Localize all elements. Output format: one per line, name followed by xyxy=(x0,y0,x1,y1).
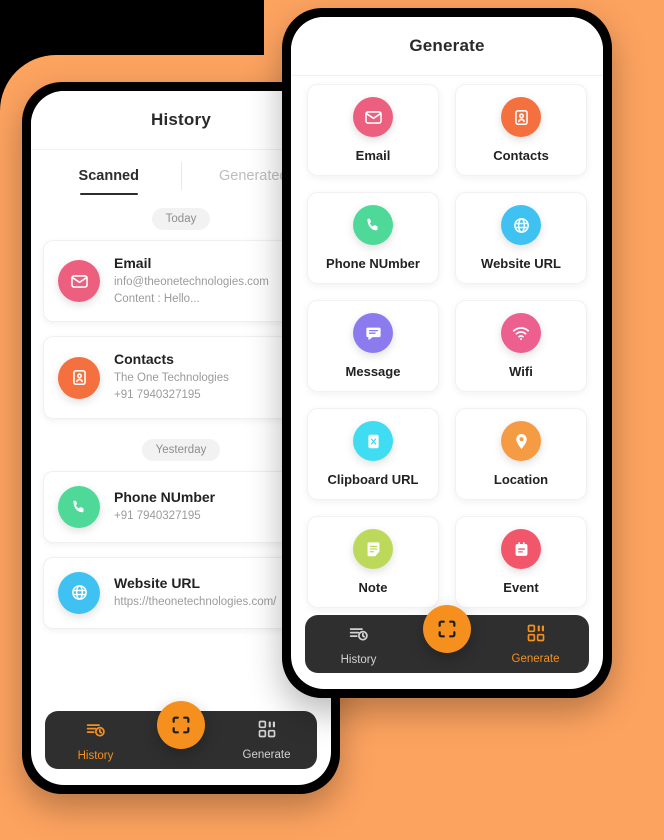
email-icon xyxy=(58,260,100,303)
generate-card-note[interactable]: Note xyxy=(307,516,439,608)
nav-item-generate[interactable]: Generate xyxy=(216,719,317,761)
generate-card-location[interactable]: Location xyxy=(455,408,587,500)
note-icon xyxy=(353,529,393,569)
generate-card-wifi[interactable]: Wifi xyxy=(455,300,587,392)
generate-card-label: Message xyxy=(345,364,401,379)
nav-item-generate[interactable]: Generate xyxy=(482,623,589,665)
generate-grid: Email Contacts Phone NUmber Website URL … xyxy=(307,84,587,608)
list-item-texts: Phone NUmber +91 7940327195 xyxy=(114,489,215,525)
list-item[interactable]: Contacts The One Technologies +91 794032… xyxy=(43,336,319,419)
nav-item-history-label: History xyxy=(340,653,377,666)
list-item-subtitle-2: Content : Hello... xyxy=(114,292,200,305)
generate-card-label: Email xyxy=(355,148,391,163)
wifi-icon xyxy=(501,313,541,353)
generate-card-label: Note xyxy=(358,580,388,595)
list-item-subtitle-1: The One Technologies xyxy=(114,372,229,385)
tab-active-underline xyxy=(79,192,138,195)
scan-frame-icon[interactable] xyxy=(423,605,471,653)
generate-header: Generate xyxy=(291,17,603,75)
list-item-title: Website URL xyxy=(114,574,201,591)
list-item-subtitle-1: info@theonetechnologies.com xyxy=(114,276,269,288)
day-chip: Today xyxy=(151,208,211,230)
generate-card-label: Location xyxy=(493,472,549,487)
nav-item-generate-label: Generate xyxy=(511,653,560,665)
qr-grid-icon xyxy=(526,623,546,648)
phone-right-generate: Generate Email Contacts Phone NUmber Web… xyxy=(282,8,612,698)
list-item-subtitle-1: https://theonetechnologies.com/ xyxy=(114,595,277,608)
generate-grid-scroll: Email Contacts Phone NUmber Website URL … xyxy=(291,76,603,608)
generate-card-event[interactable]: Event xyxy=(455,516,587,608)
generate-card-label: Phone NUmber xyxy=(326,256,420,271)
nav-item-history[interactable]: History xyxy=(45,719,146,762)
generate-card-label: Event xyxy=(503,580,539,595)
nav-item-generate-label: Generate xyxy=(242,749,291,761)
page-title: History xyxy=(151,110,211,129)
contacts-icon xyxy=(501,97,541,137)
clipboard-icon xyxy=(353,421,393,461)
poster-stage: History Scanned Generated Today Email in… xyxy=(0,0,664,840)
nav-item-history[interactable]: History xyxy=(305,623,412,666)
location-pin-icon xyxy=(501,421,541,461)
scan-frame-icon[interactable] xyxy=(157,701,205,749)
generate-card-label: Wifi xyxy=(509,364,533,379)
tab-scanned[interactable]: Scanned xyxy=(37,150,181,202)
generate-card-email[interactable]: Email xyxy=(307,84,439,176)
generate-card-phone-number[interactable]: Phone NUmber xyxy=(307,192,439,284)
tab-generated-label: Generated xyxy=(218,168,288,184)
history-icon xyxy=(85,719,106,745)
list-item-subtitle-2: +91 7940327195 xyxy=(114,389,201,402)
list-item-subtitle-1: +91 7940327195 xyxy=(114,509,201,522)
history-icon xyxy=(348,623,369,649)
generate-card-website-url[interactable]: Website URL xyxy=(455,192,587,284)
page-title: Generate xyxy=(409,36,485,55)
generate-card-label: Contacts xyxy=(493,148,549,163)
calendar-icon xyxy=(501,529,541,569)
nav-item-history-label: History xyxy=(77,749,114,762)
phone-icon xyxy=(58,485,100,528)
message-icon xyxy=(353,313,393,353)
list-item[interactable]: Email info@theonetechnologies.com Conten… xyxy=(43,240,319,323)
tab-scanned-label: Scanned xyxy=(78,168,139,184)
list-item[interactable]: Website URL https://theonetechnologies.c… xyxy=(43,556,319,629)
generate-card-message[interactable]: Message xyxy=(307,300,439,392)
generate-card-contacts[interactable]: Contacts xyxy=(455,84,587,176)
contacts-icon xyxy=(58,356,100,399)
globe-icon xyxy=(58,571,100,614)
list-item-texts: Contacts The One Technologies +91 794032… xyxy=(114,351,229,403)
email-icon xyxy=(353,97,393,137)
list-item-texts: Website URL https://theonetechnologies.c… xyxy=(114,575,276,611)
list-item-texts: Email info@theonetechnologies.com Conten… xyxy=(114,255,269,307)
screen-generate: Generate Email Contacts Phone NUmber Web… xyxy=(291,17,603,689)
generate-card-clipboard-url[interactable]: Clipboard URL xyxy=(307,408,439,500)
phone-icon xyxy=(353,205,393,245)
qr-grid-icon xyxy=(257,719,277,744)
list-item-title: Contacts xyxy=(114,351,174,368)
list-item[interactable]: Phone NUmber +91 7940327195 xyxy=(43,470,319,543)
list-item-title: Email xyxy=(114,255,152,271)
day-chip: Yesterday xyxy=(141,438,221,461)
globe-icon xyxy=(501,205,541,245)
generate-card-label: Clipboard URL xyxy=(327,472,419,487)
generate-card-label: Website URL xyxy=(481,256,561,271)
list-item-title: Phone NUmber xyxy=(114,488,216,505)
